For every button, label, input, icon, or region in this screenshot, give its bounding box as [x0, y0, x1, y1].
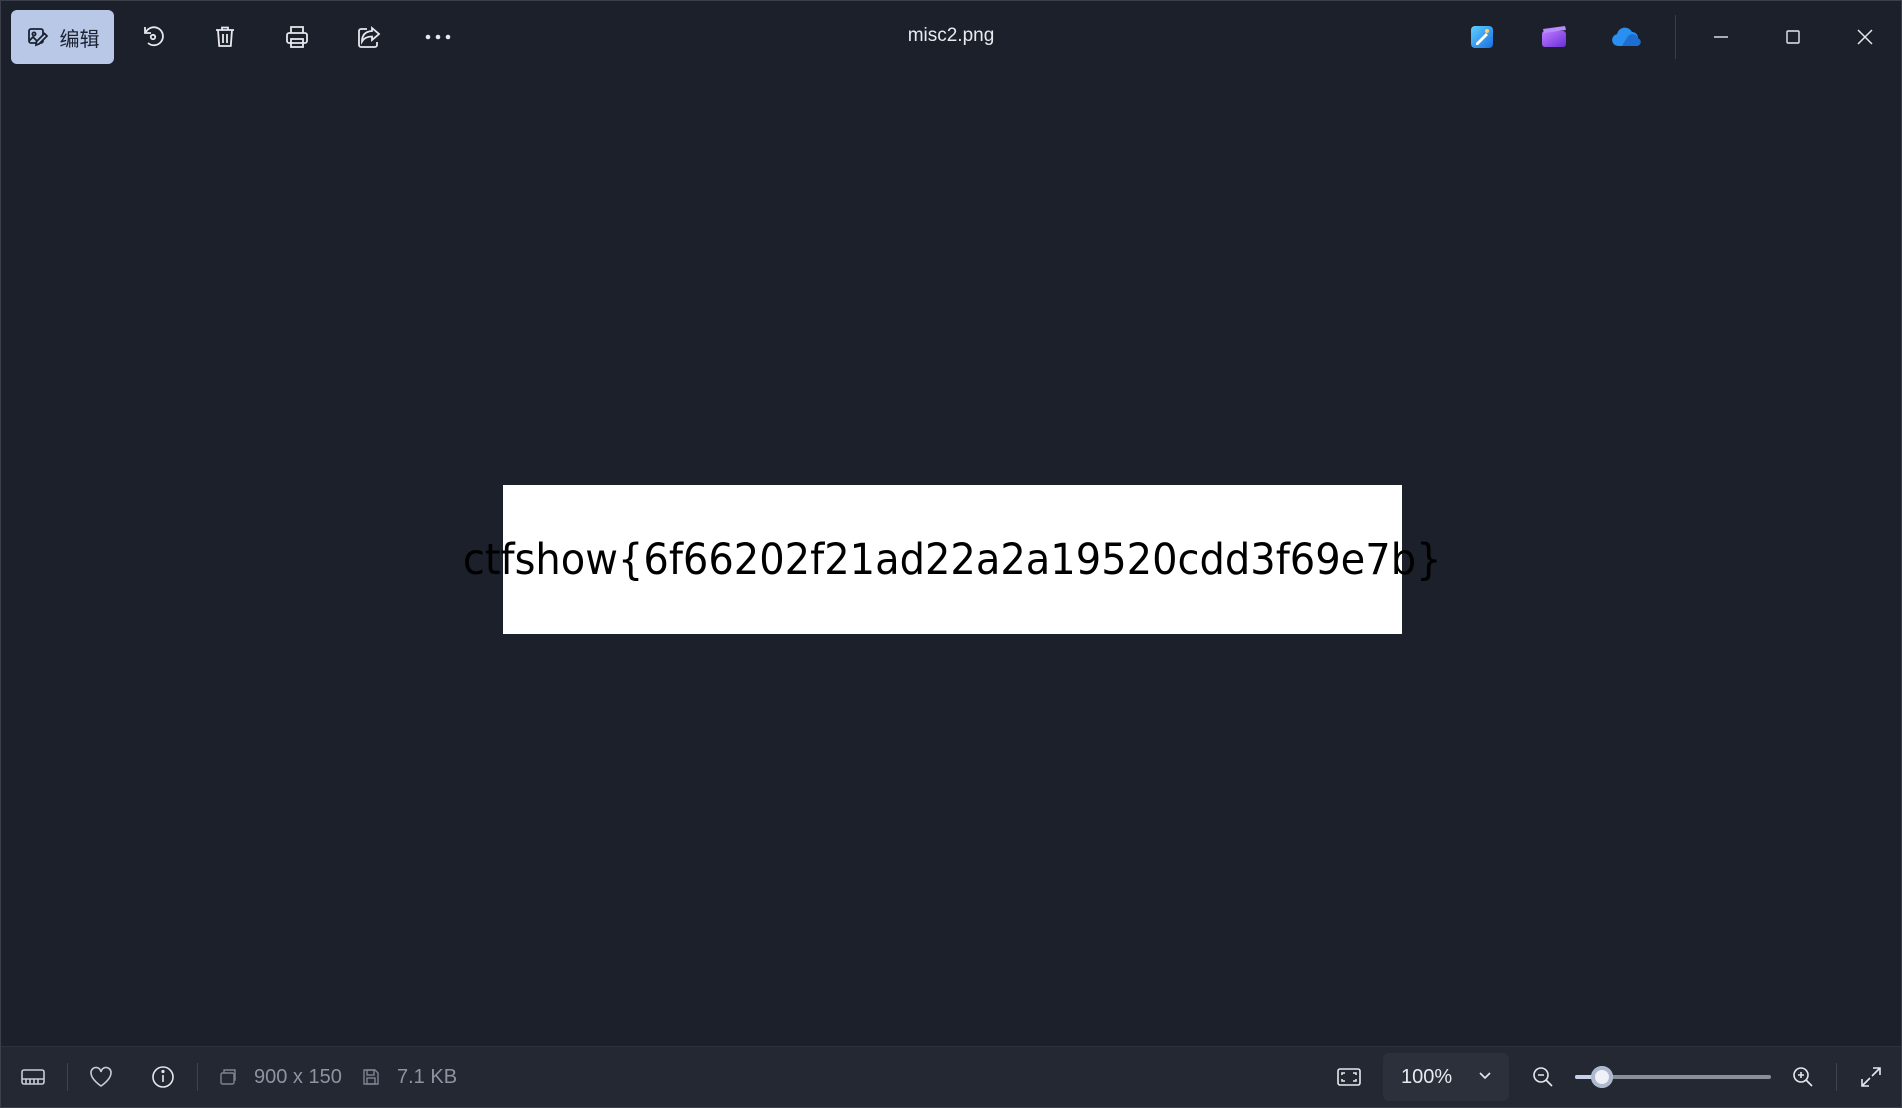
- image-text: ctfshow{6f66202f21ad22a2a19520cdd3f69e7b…: [463, 534, 1442, 585]
- zoom-out-button[interactable]: [1525, 1057, 1561, 1097]
- fullscreen-button[interactable]: [1851, 1057, 1891, 1097]
- fit-to-window-icon: [1336, 1066, 1362, 1088]
- more-button[interactable]: [414, 13, 462, 61]
- delete-button[interactable]: [201, 13, 249, 61]
- onedrive-icon: [1610, 26, 1642, 48]
- close-icon: [1856, 28, 1874, 46]
- zoom-value: 100%: [1401, 1065, 1453, 1088]
- share-icon: [356, 24, 382, 50]
- more-icon: [424, 32, 452, 42]
- zoom-level-dropdown[interactable]: 100%: [1383, 1053, 1509, 1101]
- filesize-indicator: [357, 1057, 385, 1097]
- top-toolbar: 编辑 misc2.png: [1, 1, 1901, 73]
- zoom-in-icon: [1791, 1065, 1815, 1089]
- edit-button[interactable]: 编辑: [11, 10, 114, 64]
- zoom-in-button[interactable]: [1785, 1057, 1821, 1097]
- delete-icon: [212, 24, 238, 50]
- minimize-icon: [1712, 28, 1730, 46]
- displayed-image[interactable]: ctfshow{6f66202f21ad22a2a19520cdd3f69e7b…: [463, 485, 1442, 634]
- status-divider: [197, 1063, 198, 1091]
- fullscreen-icon: [1859, 1065, 1883, 1089]
- status-bar: 900 x 150 7.1 KB 100%: [1, 1046, 1901, 1107]
- maximize-button[interactable]: [1765, 13, 1821, 61]
- dimensions-icon: [218, 1067, 238, 1087]
- toolbar-divider: [1675, 15, 1676, 59]
- print-icon: [284, 24, 310, 50]
- clipchamp-app-button[interactable]: [1530, 13, 1578, 61]
- rotate-button[interactable]: [129, 13, 177, 61]
- info-button[interactable]: [143, 1057, 183, 1097]
- photos-editor-app-button[interactable]: [1458, 13, 1506, 61]
- fit-to-window-button[interactable]: [1329, 1057, 1369, 1097]
- print-button[interactable]: [273, 13, 321, 61]
- minimize-button[interactable]: [1693, 13, 1749, 61]
- status-divider: [1836, 1063, 1837, 1091]
- clipchamp-icon: [1540, 25, 1568, 49]
- zoom-slider-thumb[interactable]: [1591, 1066, 1613, 1088]
- filmstrip-button[interactable]: [13, 1057, 53, 1097]
- close-button[interactable]: [1837, 13, 1893, 61]
- zoom-out-icon: [1531, 1065, 1555, 1089]
- photos-window: 编辑 misc2.png ctfshow{6f66202f21ad22a2a19…: [0, 0, 1902, 1108]
- maximize-icon: [1784, 28, 1802, 46]
- info-icon: [150, 1064, 176, 1090]
- share-button[interactable]: [345, 13, 393, 61]
- onedrive-app-button[interactable]: [1602, 13, 1650, 61]
- status-divider: [67, 1063, 68, 1091]
- filmstrip-icon: [20, 1066, 46, 1088]
- rotate-icon: [140, 24, 166, 50]
- favorite-icon: [88, 1065, 114, 1089]
- favorite-button[interactable]: [81, 1057, 121, 1097]
- chevron-down-icon: [1477, 1067, 1493, 1083]
- photos-editor-icon: [1469, 24, 1495, 50]
- dimensions-indicator: [213, 1057, 243, 1097]
- zoom-slider[interactable]: [1575, 1066, 1771, 1088]
- edit-label: 编辑: [59, 26, 100, 51]
- image-dimensions: 900 x 150: [254, 1066, 342, 1088]
- save-icon: [362, 1068, 380, 1086]
- file-size: 7.1 KB: [397, 1066, 458, 1088]
- edit-image-icon: [26, 25, 50, 49]
